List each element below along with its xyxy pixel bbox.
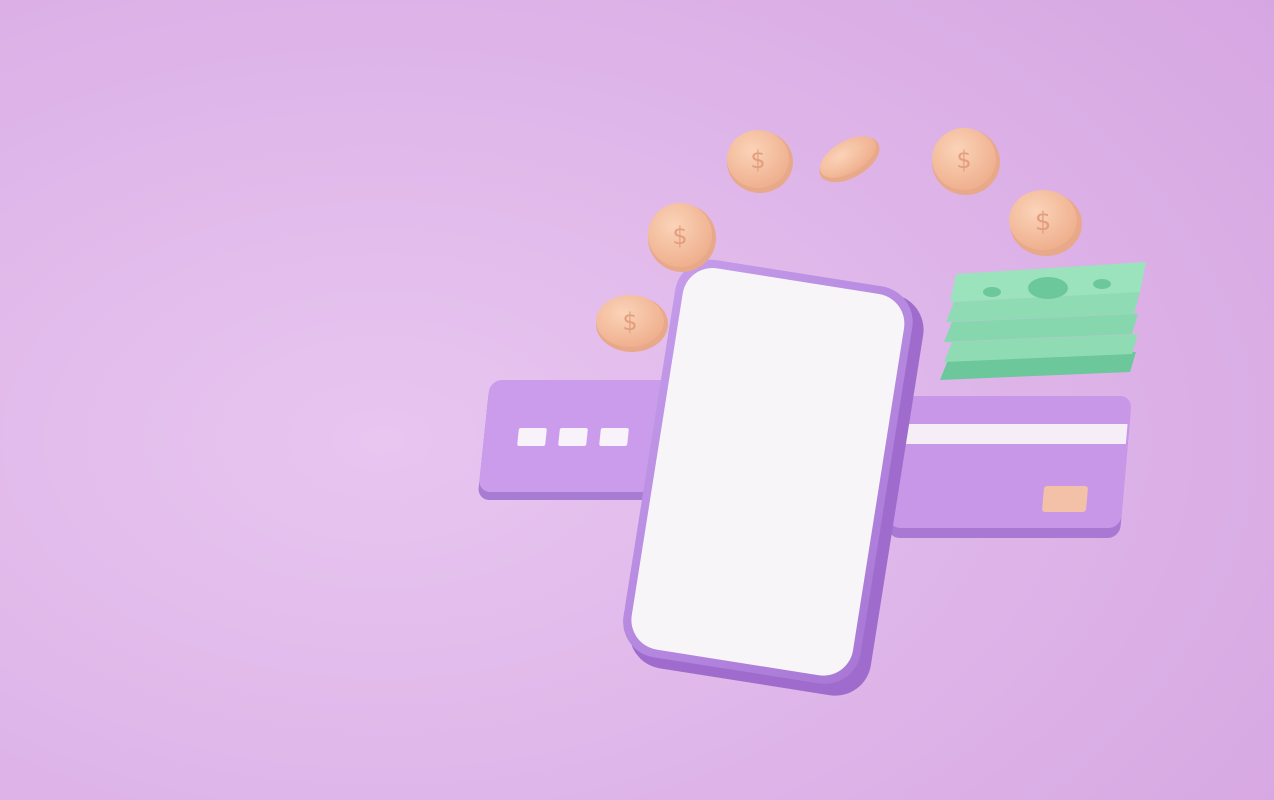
svg-text:$: $ <box>622 308 637 336</box>
svg-text:$: $ <box>956 146 971 174</box>
illustration-scene: $ $ $ $ $ <box>0 0 1274 800</box>
svg-text:$: $ <box>1035 207 1052 237</box>
svg-text:$: $ <box>750 146 765 174</box>
svg-text:$: $ <box>672 222 687 250</box>
credit-card-icon <box>888 396 1131 538</box>
